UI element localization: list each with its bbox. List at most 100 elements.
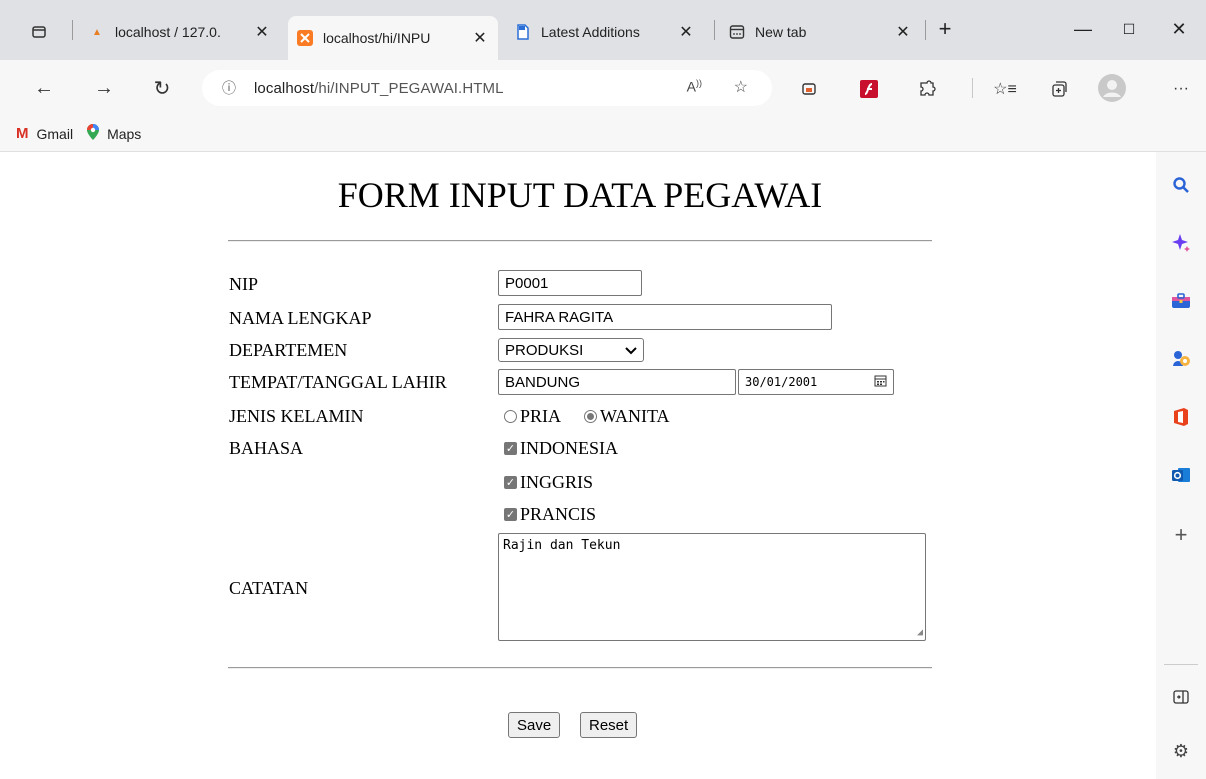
settings-more-icon[interactable]: ··· <box>1168 76 1194 102</box>
office-icon[interactable] <box>1170 406 1192 428</box>
tab-phpmyadmin[interactable]: ▲ localhost / 127.0. ✕ <box>80 14 280 50</box>
phpmyadmin-icon: ▲ <box>92 26 102 38</box>
profile-avatar-icon[interactable] <box>1098 74 1126 102</box>
radio-pria[interactable] <box>504 410 517 423</box>
maximize-icon[interactable]: ☐ <box>1106 14 1152 44</box>
new-tab-page-icon <box>728 23 746 41</box>
save-button[interactable]: Save <box>508 712 561 738</box>
checkbox-prancis-label: PRANCIS <box>520 504 597 524</box>
checkbox-inggris-label: INGGRIS <box>520 472 594 492</box>
xampp-icon <box>296 29 314 47</box>
sidebar-settings-gear-icon[interactable]: ⚙ <box>1170 740 1192 762</box>
tab-label: localhost / 127.0. <box>115 24 221 40</box>
forward-arrow-icon[interactable]: → <box>88 72 120 104</box>
games-icon[interactable] <box>1170 348 1192 370</box>
tanggal-lahir-value: 30/01/2001 <box>745 375 818 389</box>
bahasa-label: BAHASA <box>229 438 304 458</box>
bookmark-maps[interactable]: Maps <box>87 123 142 144</box>
bookmark-gmail[interactable]: M Gmail <box>16 125 73 142</box>
tab-label: localhost/hi/INPU <box>323 30 431 46</box>
page-content: FORM INPUT DATA PEGAWAI NIP P0001 NAMA L… <box>0 152 1156 779</box>
catatan-textarea[interactable]: Rajin dan Tekun ◢ <box>498 533 926 641</box>
close-icon[interactable]: ✕ <box>253 22 271 42</box>
bookmark-label: Maps <box>107 125 142 142</box>
nama-lengkap-label: NAMA LENGKAP <box>229 308 372 328</box>
departemen-label: DEPARTEMEN <box>229 340 348 360</box>
new-tab-plus-icon[interactable]: + <box>922 14 968 44</box>
add-sidebar-app-icon[interactable]: + <box>1170 522 1192 547</box>
radio-wanita-label: WANITA <box>600 406 670 426</box>
extensions-icon[interactable] <box>914 76 940 102</box>
nip-label: NIP <box>229 274 259 294</box>
collections-icon[interactable] <box>1046 76 1072 102</box>
tab-strip: ▲ localhost / 127.0. ✕ localhost/hi/INPU… <box>0 0 1206 60</box>
tab-actions-icon <box>30 23 48 41</box>
tab-actions-button[interactable] <box>22 14 65 50</box>
tempat-lahir-input[interactable]: BANDUNG <box>498 369 736 395</box>
radio-wanita[interactable] <box>584 410 597 423</box>
add-favorite-icon[interactable]: ☆ <box>734 77 748 97</box>
back-arrow-icon[interactable]: ← <box>28 72 60 104</box>
tab-label: Latest Additions <box>541 24 640 40</box>
sidebar-separator <box>1164 664 1198 665</box>
toolbar-divider <box>972 78 973 98</box>
edge-sidebar: + ⚙ <box>1156 152 1206 779</box>
checkbox-inggris-row[interactable]: ✓ INGGRIS <box>504 472 593 493</box>
tempat-tanggal-lahir-label: TEMPAT/TANGGAL LAHIR <box>229 372 447 392</box>
reset-button[interactable]: Reset <box>580 712 638 738</box>
nip-input[interactable]: P0001 <box>498 270 642 296</box>
gender-radio-wanita[interactable]: WANITA <box>584 406 670 427</box>
calendar-icon[interactable] <box>874 374 887 390</box>
departemen-selected-value: PRODUKSI <box>505 341 584 359</box>
top-divider <box>228 240 932 242</box>
radio-pria-label: PRIA <box>520 406 562 426</box>
bottom-divider <box>228 667 932 669</box>
maps-icon <box>87 123 100 144</box>
url-host: localhost <box>254 79 315 97</box>
hide-sidebar-icon[interactable] <box>1170 686 1192 708</box>
navigation-toolbar: ← → ↻ ⓘ localhost/hi/INPUT_PEGAWAI.HTML … <box>0 60 1206 116</box>
page-title: FORM INPUT DATA PEGAWAI <box>337 175 823 215</box>
catatan-value: Rajin dan Tekun <box>503 538 621 553</box>
app-available-icon[interactable] <box>796 76 822 102</box>
tab-separator <box>714 20 715 40</box>
refresh-icon[interactable]: ↻ <box>146 72 178 104</box>
close-icon[interactable]: ✕ <box>894 22 912 42</box>
site-info-icon[interactable]: ⓘ <box>218 78 240 98</box>
window-close-icon[interactable]: ✕ <box>1156 14 1202 44</box>
chevron-down-icon <box>625 342 637 359</box>
minimize-icon[interactable]: — <box>1060 14 1106 44</box>
read-aloud-icon[interactable]: A)) <box>687 78 702 95</box>
checkbox-prancis-row[interactable]: ✓ PRANCIS <box>504 504 596 525</box>
nama-lengkap-input[interactable]: FAHRA RAGITA <box>498 304 832 330</box>
url-path: /hi/INPUT_PEGAWAI.HTML <box>314 79 504 97</box>
tanggal-lahir-input[interactable]: 30/01/2001 <box>738 369 894 395</box>
resize-handle-icon[interactable]: ◢ <box>917 627 923 638</box>
close-icon[interactable]: ✕ <box>471 28 489 48</box>
checkbox-inggris[interactable]: ✓ <box>504 476 517 489</box>
outlook-icon[interactable] <box>1170 464 1192 486</box>
favorites-icon[interactable]: ☆≡ <box>992 76 1018 102</box>
address-url: localhost/hi/INPUT_PEGAWAI.HTML <box>254 80 504 97</box>
checkbox-prancis[interactable]: ✓ <box>504 508 517 521</box>
tools-icon[interactable] <box>1170 290 1192 312</box>
tab-input-pegawai[interactable]: localhost/hi/INPU ✕ <box>288 16 498 60</box>
flash-extension-icon[interactable] <box>856 76 882 102</box>
copilot-sparkle-icon[interactable] <box>1170 232 1192 254</box>
bookmarks-bar: M Gmail Maps <box>0 116 1206 152</box>
address-bar[interactable]: ⓘ localhost/hi/INPUT_PEGAWAI.HTML A)) ☆ <box>202 70 772 106</box>
checkbox-indonesia-row[interactable]: ✓ INDONESIA <box>504 438 618 459</box>
checkbox-indonesia[interactable]: ✓ <box>504 442 517 455</box>
checkbox-indonesia-label: INDONESIA <box>520 438 618 458</box>
tab-separator <box>72 20 73 40</box>
tab-label: New tab <box>755 24 807 40</box>
jenis-kelamin-label: JENIS KELAMIN <box>229 406 364 426</box>
tab-latest-additions[interactable]: Latest Additions ✕ <box>506 14 706 50</box>
document-icon <box>514 23 532 41</box>
gender-radio-pria[interactable]: PRIA <box>504 406 561 427</box>
departemen-select[interactable]: PRODUKSI <box>498 338 644 362</box>
close-icon[interactable]: ✕ <box>677 22 695 42</box>
tab-new-tab[interactable]: New tab ✕ <box>720 14 920 50</box>
catatan-label: CATATAN <box>229 578 309 598</box>
search-icon[interactable] <box>1170 174 1192 196</box>
